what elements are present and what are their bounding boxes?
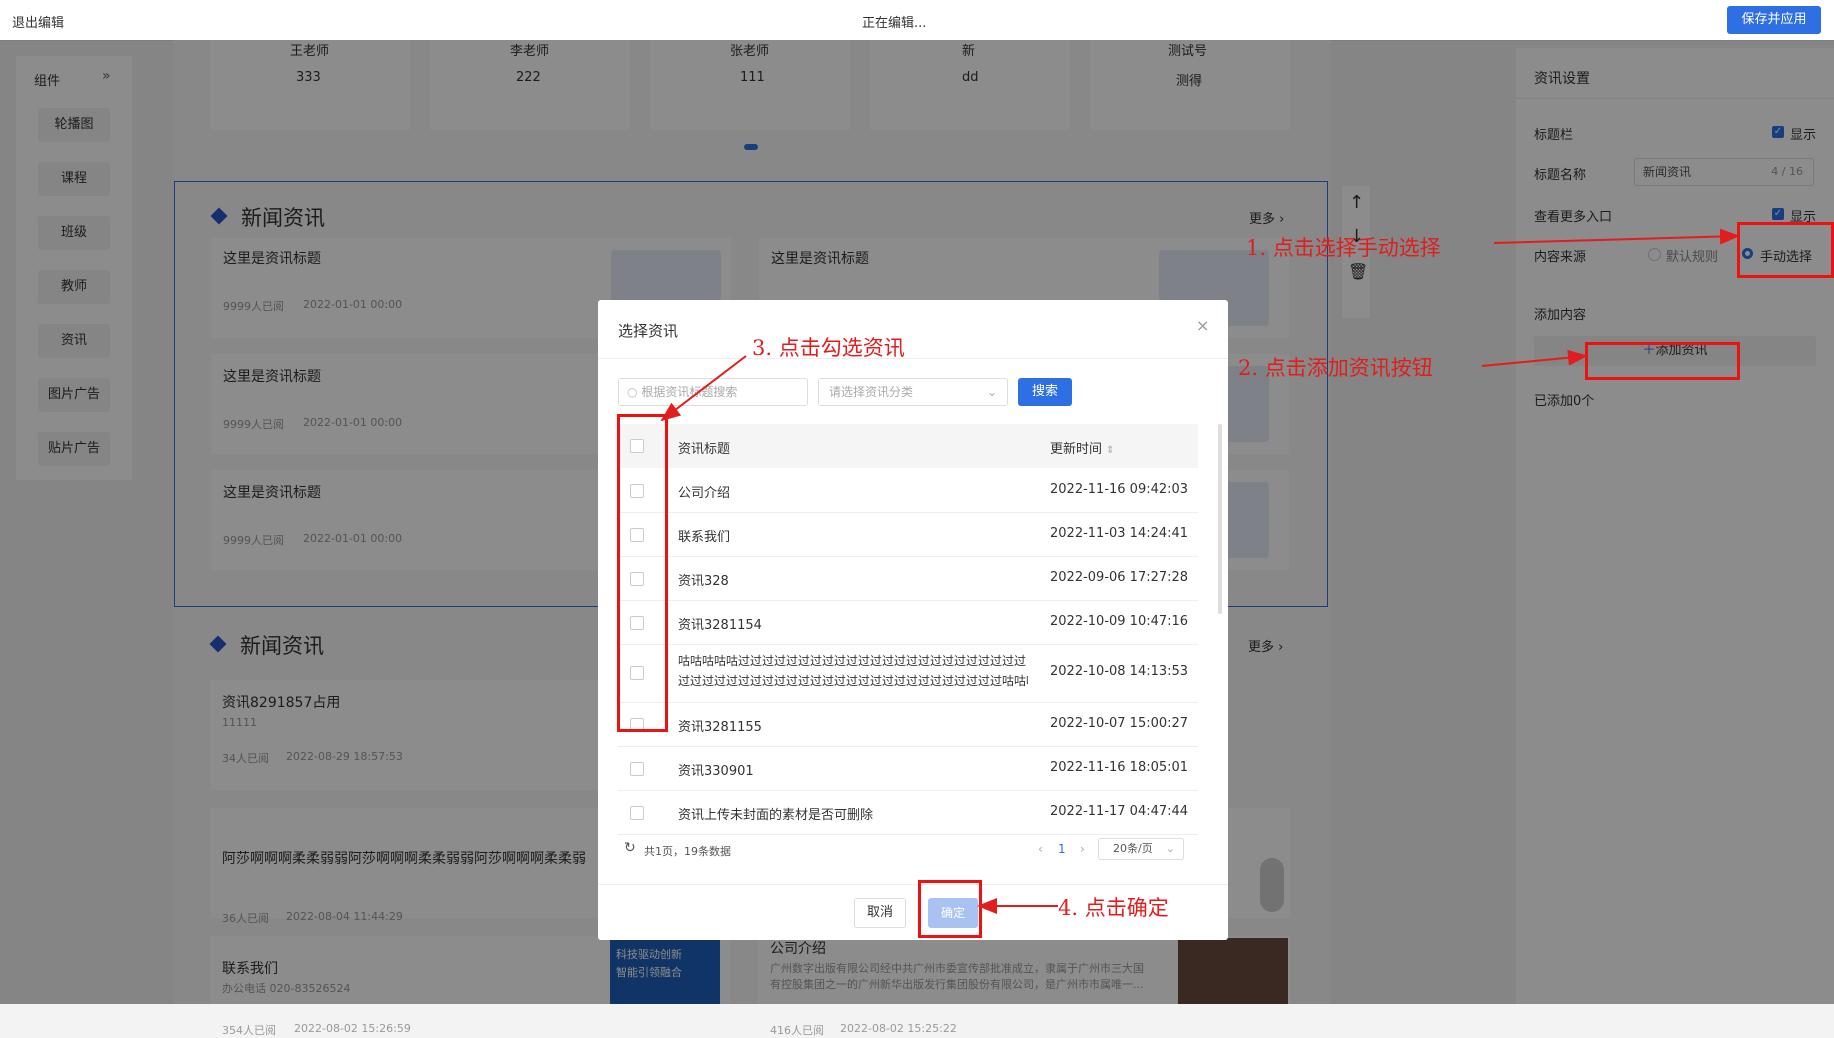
news-item-date: 2022-08-02 15:25:22 [840, 1022, 957, 1035]
annotation-arrows [660, 228, 1740, 914]
annotation-step4: 4. 点击确定 [1058, 896, 1169, 920]
annotation-step1: 1. 点击选择手动选择 [1246, 236, 1441, 260]
news-item-date: 2022-08-02 15:26:59 [294, 1022, 411, 1035]
annotation-step3: 3. 点击勾选资讯 [752, 336, 905, 360]
annotation-step2: 2. 点击添加资讯按钮 [1238, 356, 1433, 380]
news-item-readers: 354人已阅 [222, 1024, 276, 1037]
news-item-readers: 416人已阅 [770, 1024, 824, 1037]
